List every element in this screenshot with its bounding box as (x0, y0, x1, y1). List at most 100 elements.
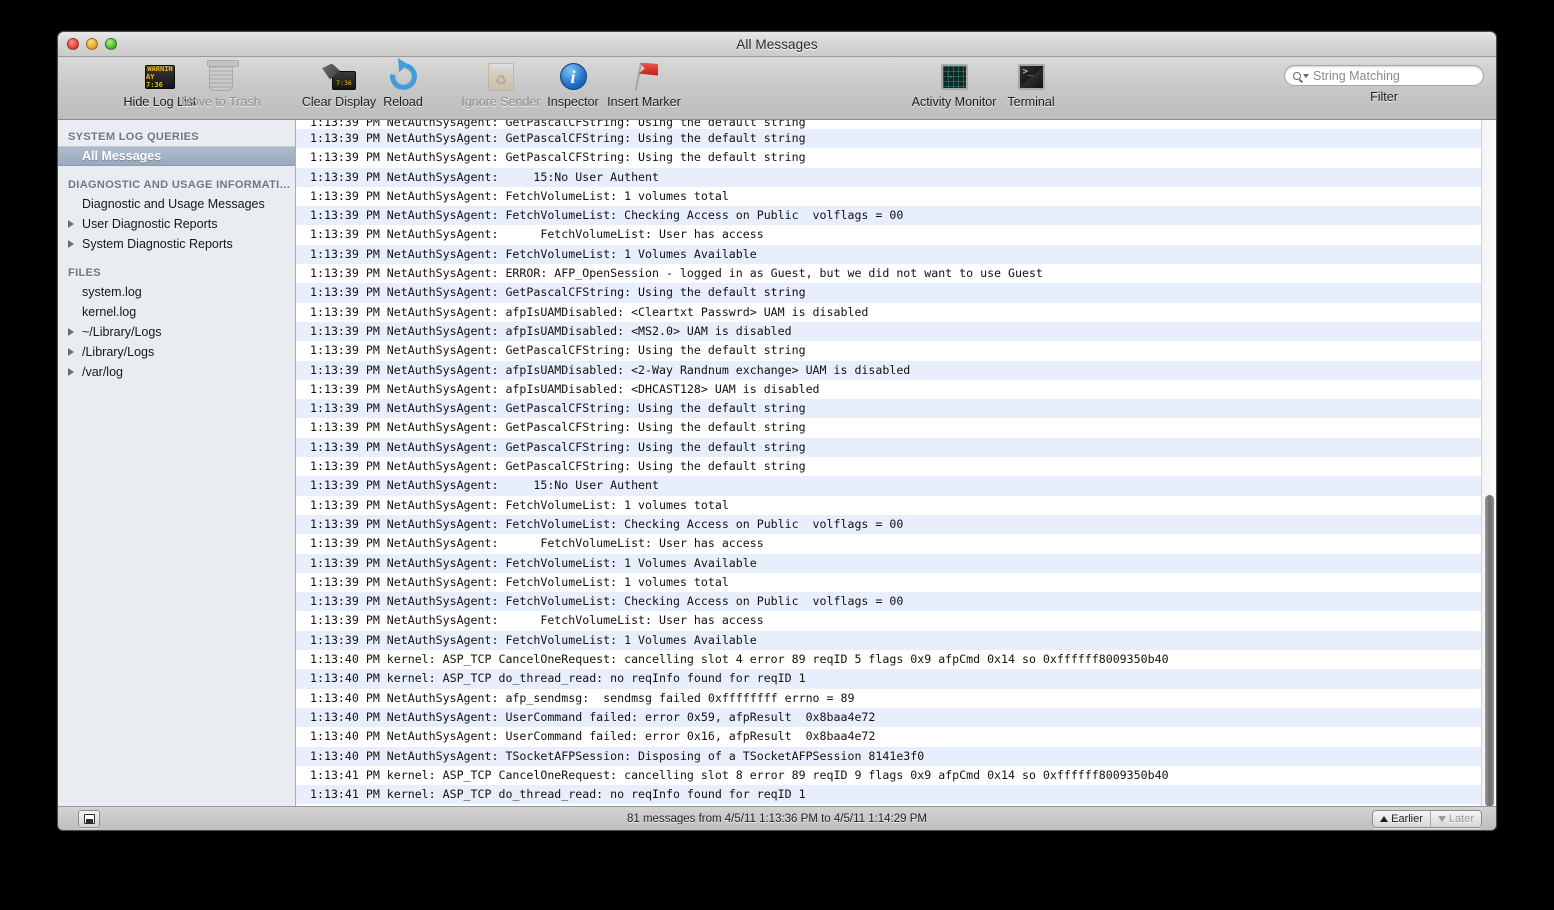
log-row[interactable]: 1:13:39 PM NetAuthSysAgent: FetchVolumeL… (296, 225, 1481, 245)
log-row[interactable]: 1:13:39 PM NetAuthSysAgent: FetchVolumeL… (296, 206, 1481, 226)
log-row[interactable]: 1:13:39 PM NetAuthSysAgent: GetPascalCFS… (296, 283, 1481, 303)
disclosure-triangle-icon[interactable] (68, 220, 74, 228)
log-row[interactable]: 1:13:39 PM NetAuthSysAgent: GetPascalCFS… (296, 399, 1481, 419)
toolbar-button-insert-marker[interactable]: Insert Marker (589, 60, 699, 109)
log-message-table[interactable]: 1:13:39 PM NetAuthSysAgent: GetPascalCFS… (296, 120, 1496, 806)
reload-icon (384, 57, 422, 96)
window-controls[interactable] (67, 38, 117, 50)
log-row[interactable]: 1:13:39 PM NetAuthSysAgent: FetchVolumeL… (296, 592, 1481, 612)
log-row[interactable]: 1:13:39 PM NetAuthSysAgent: GetPascalCFS… (296, 418, 1481, 438)
sidebar-item-kernel-log[interactable]: kernel.log (58, 302, 295, 322)
sidebar-item-library-logs[interactable]: /Library/Logs (58, 342, 295, 362)
log-row[interactable]: 1:13:39 PM NetAuthSysAgent: FetchVolumeL… (296, 244, 1481, 265)
window-titlebar[interactable]: All Messages (58, 32, 1496, 57)
disclosure-triangle-icon[interactable] (68, 328, 74, 336)
log-row[interactable]: 1:13:39 PM NetAuthSysAgent: afpIsUAMDisa… (296, 379, 1481, 400)
log-row[interactable]: 1:13:39 PM NetAuthSysAgent: FetchVolumeL… (296, 495, 1481, 515)
sidebar-item-label: /var/log (82, 365, 123, 379)
sidebar-item-label: System Diagnostic Reports (82, 237, 233, 251)
log-row[interactable]: 1:13:40 PM NetAuthSysAgent: UserCommand … (296, 727, 1481, 747)
window-body: SYSTEM LOG QUERIES All Messages DIAGNOST… (58, 120, 1496, 806)
toolbar-label: Terminal (1007, 95, 1055, 109)
sidebar-item-user-diagnostic-reports[interactable]: User Diagnostic Reports (58, 214, 295, 234)
log-row[interactable]: 1:13:39 PM NetAuthSysAgent: FetchVolumeL… (296, 186, 1481, 207)
sidebar-item-system-log[interactable]: system.log (58, 282, 295, 302)
sidebar-item-var-log[interactable]: /var/log (58, 362, 295, 382)
toolbar-label: Move to Trash (181, 95, 261, 109)
log-row[interactable]: 1:13:39 PM NetAuthSysAgent: FetchVolumeL… (296, 611, 1481, 631)
log-row[interactable]: 1:13:40 PM kernel: ASP_TCP do_thread_rea… (296, 669, 1481, 689)
log-row[interactable]: 1:13:39 PM NetAuthSysAgent: afpIsUAMDisa… (296, 360, 1481, 380)
toolbar: WARNIN AY 7:36 Hide Log List Move to Tras… (58, 57, 1496, 120)
log-row[interactable]: 1:13:39 PM NetAuthSysAgent: afpIsUAMDisa… (296, 302, 1481, 322)
log-row[interactable]: 1:13:39 PM NetAuthSysAgent: FetchVolumeL… (296, 572, 1481, 593)
toggle-panel-button[interactable] (78, 810, 100, 828)
time-navigation-group: Earlier Later (1372, 810, 1482, 828)
terminal-icon (1017, 60, 1045, 93)
sidebar-header-system-log-queries: SYSTEM LOG QUERIES (68, 131, 199, 143)
close-button[interactable] (67, 38, 79, 50)
minimize-button[interactable] (86, 38, 98, 50)
log-row[interactable]: 1:13:39 PM NetAuthSysAgent: FetchVolumeL… (296, 630, 1481, 651)
zoom-button[interactable] (105, 38, 117, 50)
log-row[interactable]: 1:13:39 PM NetAuthSysAgent: GetPascalCFS… (296, 341, 1481, 361)
disclosure-triangle-icon[interactable] (68, 368, 74, 376)
log-row[interactable]: 1:13:40 PM kernel: ASP_TCP CancelOneRequ… (296, 650, 1481, 670)
toolbar-button-terminal[interactable]: Terminal (976, 60, 1086, 109)
desktop-background: All Messages WARNIN AY 7:36 Hide Log List… (0, 0, 1554, 910)
later-label: Later (1448, 813, 1474, 825)
scrollbar-thumb[interactable] (1485, 495, 1494, 806)
sidebar-item-all-messages[interactable]: All Messages (58, 146, 295, 166)
arrow-up-icon (1380, 816, 1389, 822)
later-button[interactable]: Later (1429, 811, 1481, 827)
earlier-label: Earlier (1391, 813, 1423, 825)
status-bar: 81 messages from 4/5/11 1:13:36 PM to 4/… (58, 806, 1496, 830)
ignore-sender-icon (488, 60, 514, 93)
log-row[interactable]: 1:13:39 PM NetAuthSysAgent: GetPascalCFS… (296, 437, 1481, 458)
log-row[interactable]: 1:13:40 PM NetAuthSysAgent: UserCommand … (296, 707, 1481, 728)
sidebar-header-diagnostic-and-usage-information: DIAGNOSTIC AND USAGE INFORMATI… (68, 179, 291, 191)
flag-marker-icon (629, 60, 659, 93)
info-icon: i (559, 60, 587, 93)
log-row[interactable]: 1:13:40 PM NetAuthSysAgent: TSocketAFPSe… (296, 746, 1481, 766)
sidebar-item-label: /Library/Logs (82, 345, 155, 359)
toolbar-label: Reload (383, 95, 423, 109)
log-list-sidebar: SYSTEM LOG QUERIES All Messages DIAGNOST… (58, 120, 296, 806)
log-row[interactable]: 1:13:39 PM NetAuthSysAgent: afpIsUAMDisa… (296, 321, 1481, 342)
earlier-button[interactable]: Earlier (1373, 811, 1430, 827)
disclosure-triangle-icon[interactable] (68, 348, 74, 356)
log-row[interactable]: 1:13:39 PM NetAuthSysAgent: 15:No User A… (296, 476, 1481, 496)
toolbar-button-move-to-trash[interactable]: Move to Trash (166, 59, 276, 109)
window-title: All Messages (736, 36, 818, 52)
log-row[interactable]: 1:13:39 PM NetAuthSysAgent: GetPascalCFS… (296, 129, 1481, 149)
log-row[interactable]: 1:13:40 PM NetAuthSysAgent: afp_sendmsg:… (296, 688, 1481, 708)
log-row[interactable]: 1:13:39 PM NetAuthSysAgent: 15:No User A… (296, 167, 1481, 187)
disclosure-triangle-icon[interactable] (68, 240, 74, 248)
search-icon[interactable] (1293, 71, 1309, 80)
arrow-down-icon (1437, 816, 1446, 822)
sidebar-item-system-diagnostic-reports[interactable]: System Diagnostic Reports (58, 234, 295, 254)
sidebar-header-files: FILES (68, 267, 101, 279)
vertical-scrollbar[interactable] (1481, 120, 1496, 806)
log-row[interactable]: 1:13:39 PM NetAuthSysAgent: ERROR: AFP_O… (296, 264, 1481, 284)
sidebar-item-label: All Messages (82, 149, 162, 163)
log-row[interactable]: 1:13:39 PM NetAuthSysAgent: GetPascalCFS… (296, 120, 1481, 129)
log-row[interactable]: 1:13:39 PM NetAuthSysAgent: FetchVolumeL… (296, 553, 1481, 573)
toggle-panel-icon (83, 814, 95, 824)
log-row[interactable]: 1:13:41 PM kernel: ASP_TCP CancelOneRequ… (296, 765, 1481, 786)
search-input[interactable]: String Matching (1284, 65, 1484, 86)
log-rows-container: 1:13:39 PM NetAuthSysAgent: GetPascalCFS… (296, 120, 1481, 806)
log-row[interactable]: 1:13:39 PM NetAuthSysAgent: FetchVolumeL… (296, 514, 1481, 535)
sidebar-item-diagnostic-and-usage-messages[interactable]: Diagnostic and Usage Messages (58, 194, 295, 214)
sidebar-item-user-library-logs[interactable]: ~/Library/Logs (58, 322, 295, 342)
log-row[interactable]: 1:13:39 PM NetAuthSysAgent: FetchVolumeL… (296, 534, 1481, 554)
toolbar-button-reload[interactable]: Reload (348, 57, 458, 109)
log-row[interactable]: 1:13:41 PM kernel: ASP_TCP do_thread_rea… (296, 785, 1481, 805)
sidebar-item-label: Diagnostic and Usage Messages (82, 197, 265, 211)
sidebar-item-label: system.log (82, 285, 142, 299)
log-row[interactable]: 1:13:39 PM NetAuthSysAgent: GetPascalCFS… (296, 457, 1481, 477)
sidebar-item-label: kernel.log (82, 305, 137, 319)
search-placeholder: String Matching (1313, 68, 1400, 83)
log-row[interactable]: 1:13:39 PM NetAuthSysAgent: GetPascalCFS… (296, 148, 1481, 168)
